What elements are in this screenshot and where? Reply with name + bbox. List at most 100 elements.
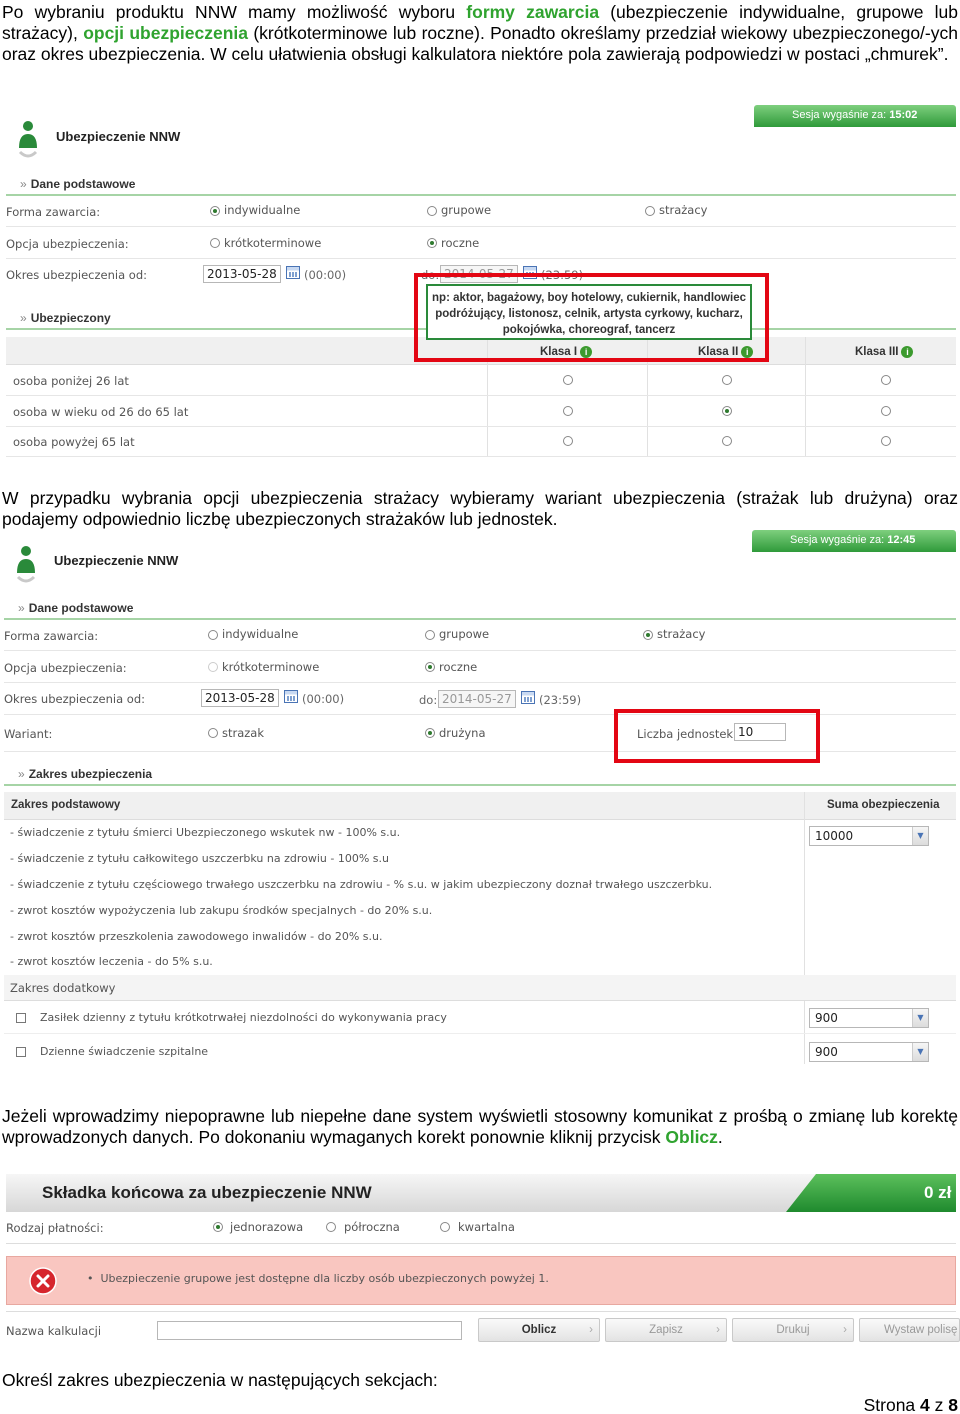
chevron-right-icon: › [589,1324,593,1336]
select-value: 10000 [815,829,854,843]
session-label: Sesja wygaśnie za: [792,109,887,121]
calendar-icon[interactable] [286,266,300,279]
radio-class-1[interactable] [563,375,573,385]
drukuj-button[interactable]: Drukuj › [732,1318,854,1342]
screenshot-3: Składka końcowa za ubezpieczenie NNW 0 z… [0,1170,960,1350]
radio-class-1[interactable] [563,406,573,416]
radio-krotkoterminowe[interactable] [210,238,220,248]
row-opcja: Opcja ubezpieczenia: krótkoterminowe roc… [4,652,956,683]
radio-label: strażacy [659,203,708,217]
radio-strazacy[interactable] [645,206,655,216]
row-forma: Forma zawarcia: indywidualne grupowe str… [6,196,956,227]
button-label: Drukuj [776,1324,810,1336]
checkbox-zasilek[interactable] [16,1013,26,1023]
radio-strazak[interactable] [208,728,218,738]
list-item: - świadczenie z tytułu całkowitego uszcz… [10,852,389,865]
do-label: do: [419,693,438,707]
info-icon[interactable]: i [901,346,914,358]
suma-label: Suma obezpieczenia [827,799,940,811]
radio-label: jednorazowa [230,1220,304,1234]
radio-class-3[interactable] [881,406,891,416]
footer-sep: z [929,1395,949,1414]
oblicz-button[interactable]: Oblicz › [478,1318,600,1342]
radio-class-2[interactable] [722,375,732,385]
intro-highlight-opcja: opcji ubezpieczenia [83,23,249,43]
radio-krotkoterminowe[interactable] [208,662,218,672]
radio-jednorazowa[interactable] [213,1222,223,1232]
date-from-input[interactable]: 2013-05-28 [201,689,279,707]
section-basic-data: » Dane podstawowe [4,596,956,620]
rodzaj-label: Rodzaj płatności: [6,1221,104,1235]
list-item: - zwrot kosztów wypożyczenia lub zakupu … [10,904,433,917]
radio-label: roczne [441,236,480,250]
szpitalne-select[interactable]: 900 ▼ [809,1042,929,1062]
radio-indywidualne[interactable] [208,630,218,640]
table-row: osoba powyżej 65 lat [6,427,956,457]
radio-class-3[interactable] [881,436,891,446]
forma-label: Forma zawarcia: [6,205,101,219]
button-label: Wystaw polisę [884,1324,958,1336]
radio-class-3[interactable] [881,375,891,385]
list-item: - zwrot kosztów przeszkolenia zawodowego… [10,930,383,943]
radio-grupowe[interactable] [427,206,437,216]
calendar-icon[interactable] [284,690,298,703]
table-row: osoba w wieku od 26 do 65 lat [6,396,956,427]
section-basic-data: » Dane podstawowe [6,172,956,196]
radio-class-2[interactable] [722,406,732,416]
checkbox-szpitalne[interactable] [16,1047,26,1057]
chevron-down-icon: ▼ [912,1043,928,1061]
radio-roczne[interactable] [425,662,435,672]
double-chevron-icon: » [20,311,27,325]
radio-label: strazak [222,726,265,740]
age-row-label: osoba powyżej 65 lat [13,435,135,449]
calendar-icon[interactable] [521,691,535,704]
zakres-podstawowy-label: Zakres podstawowy [11,799,121,811]
person-logo-icon [16,546,36,583]
okres-label: Okres ubezpieczenia od: [6,268,148,282]
table-row: Zasiłek dzienny z tytułu krótkotrwałej n… [4,1002,956,1034]
radio-class-2[interactable] [722,436,732,446]
chevron-right-icon: › [843,1324,847,1336]
radio-roczne[interactable] [427,238,437,248]
radio-strazacy[interactable] [643,630,653,640]
extra-label: Zasiłek dzienny z tytułu krótkotrwałej n… [40,1011,447,1024]
list-item: - świadczenie z tytułu częściowego trwał… [10,878,713,891]
klasa-label: Klasa III [855,346,899,358]
radio-grupowe[interactable] [425,630,435,640]
section-title: Dane podstawowe [30,177,136,191]
date-to-input[interactable]: 2014-05-27 [438,690,516,708]
button-label: Oblicz [521,1324,557,1336]
radio-class-1[interactable] [563,436,573,446]
oblicz-highlight: Oblicz [665,1127,718,1147]
section-title: Zakres ubezpieczenia [28,767,153,781]
error-paragraph: Jeżeli wprowadzimy niepoprawne lub niepe… [2,1106,958,1148]
suma-select[interactable]: 10000 ▼ [809,826,929,846]
radio-druzyna[interactable] [425,728,435,738]
error-text: Ubezpieczenie grupowe jest dostępne dla … [100,1272,549,1285]
zapisz-button[interactable]: Zapisz › [605,1318,727,1342]
wystaw-polise-button[interactable]: Wystaw polisę [859,1318,960,1342]
date-from-input[interactable]: 2013-05-28 [203,265,281,283]
radio-kwartalna[interactable] [440,1222,450,1232]
radio-label: indywidualne [224,203,301,217]
nazwa-label: Nazwa kalkulacji [6,1324,102,1338]
intro-text-1: Po wybraniu produktu NNW mamy możliwość … [2,2,467,22]
radio-indywidualne[interactable] [210,206,220,216]
nazwa-kalkulacji-input[interactable] [157,1321,462,1340]
row-forma: Forma zawarcia: indywidualne grupowe str… [4,620,956,651]
row-rodzaj: Rodzaj płatności: jednorazowa półroczna … [6,1212,956,1244]
double-chevron-icon: » [20,177,27,191]
radio-polroczna[interactable] [326,1222,336,1232]
error-icon [29,1267,57,1295]
strazacy-paragraph: W przypadku wybrania opcji ubezpieczenia… [2,488,958,529]
error-text-line: • Ubezpieczenie grupowe jest dostępne dl… [87,1272,549,1285]
list-item: - świadczenie z tytułu śmierci Ubezpiecz… [10,826,401,839]
zasilek-select[interactable]: 900 ▼ [809,1008,929,1028]
forma-label: Forma zawarcia: [4,629,99,643]
session-timer: Sesja wygaśnie za: 15:02 [754,105,956,127]
okres-label: Okres ubezpieczenia od: [4,692,146,706]
wariant-label: Wariant: [4,727,53,741]
button-label: Zapisz [649,1324,683,1336]
footer-page: 4 [920,1395,930,1414]
session-label: Sesja wygaśnie za: [790,534,885,546]
